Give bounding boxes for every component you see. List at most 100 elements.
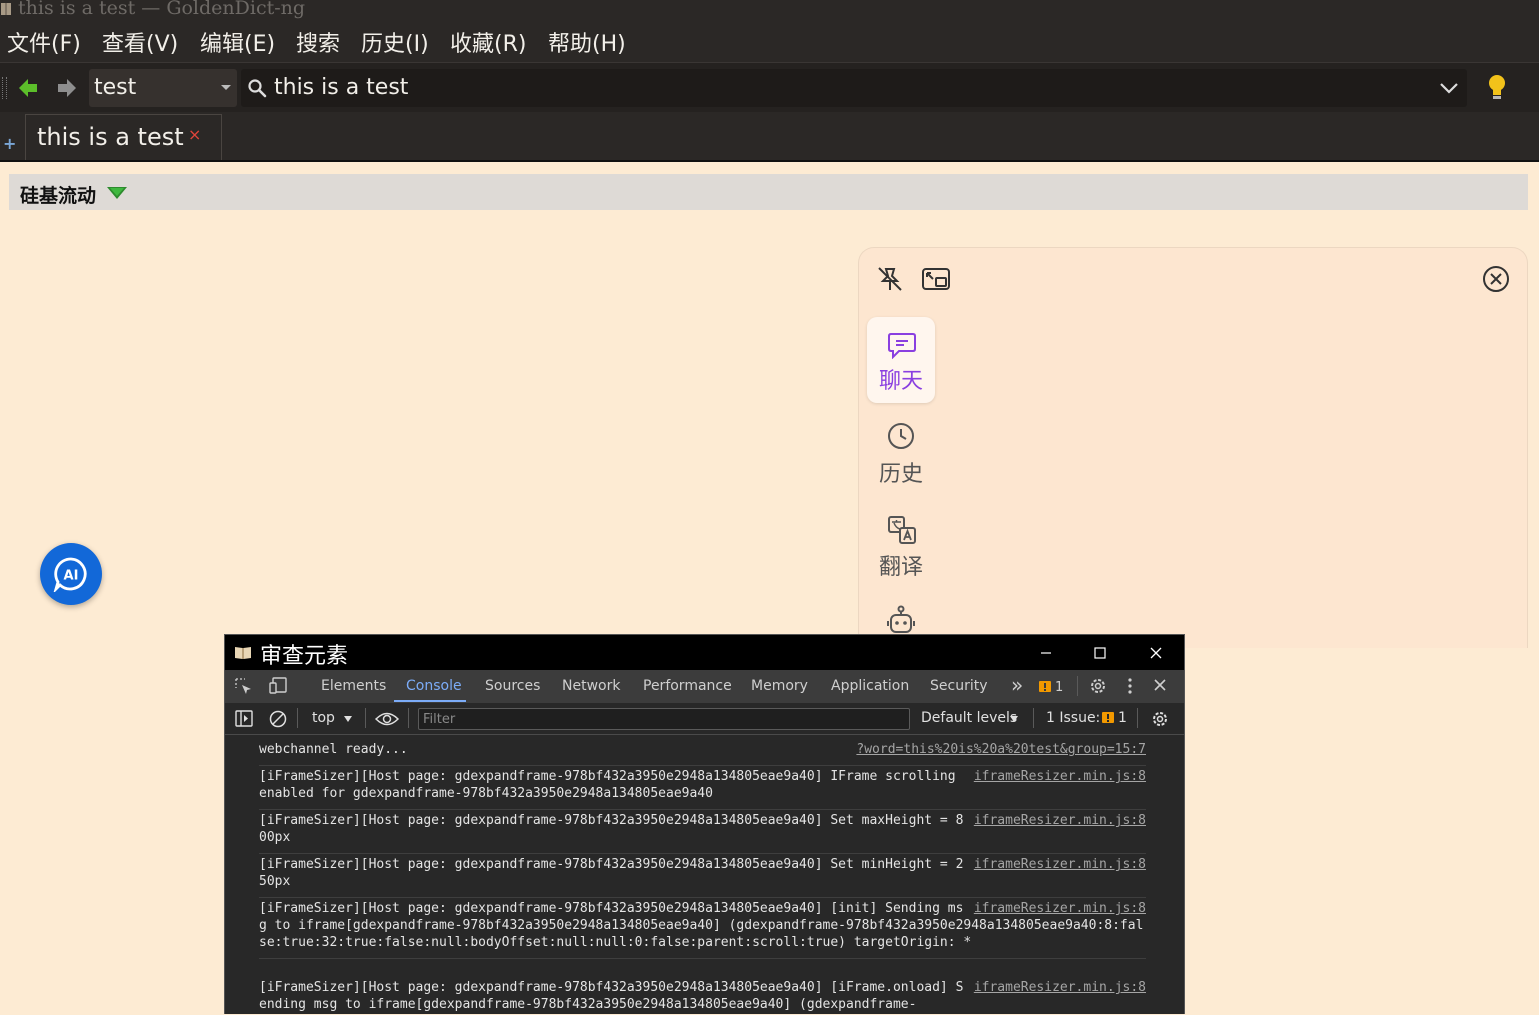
book-icon [1,3,11,15]
ai-tab-chat-label: 聊天 [878,369,923,394]
devtools-tab-bar: Elements Console Sources Network Perform… [225,670,1184,704]
window-title-bar: this is a test — GoldenDict-ng [0,0,1539,22]
context-select[interactable]: top [309,703,359,734]
tab-this-is-a-test[interactable]: this is a test × [25,114,222,161]
picture-in-picture-icon[interactable] [921,265,951,293]
menu-history[interactable]: 历史(I) [361,26,429,58]
issues-button[interactable]: 1 Issue: 1 [1040,703,1130,734]
close-icon[interactable] [1147,644,1165,662]
console-message: iframeResizer.min.js:8 [iFrameSizer][Hos… [259,856,1146,898]
ai-tab-chat[interactable]: 聊天 [867,317,935,403]
robot-icon[interactable] [887,605,915,635]
separator [365,708,366,728]
kebab-menu-icon[interactable] [1127,677,1133,695]
minimize-icon[interactable] [1037,644,1055,662]
unpin-icon[interactable] [876,265,904,293]
tab-application[interactable]: Application [831,678,909,694]
menu-help[interactable]: 帮助(H) [548,26,626,58]
console-toolbar: top Default levels 1 Issue: 1 [225,703,1184,735]
lightbulb-icon[interactable] [1486,73,1508,101]
group-select[interactable]: test [89,69,237,107]
separator [297,708,298,728]
clear-console-icon[interactable] [269,710,287,728]
chevron-down-icon [344,716,352,722]
device-toolbar-icon[interactable] [269,677,289,695]
forward-arrow-icon[interactable] [56,77,78,99]
console-source-link[interactable]: iframeResizer.min.js:8 [974,768,1146,785]
console-message-text: [iFrameSizer][Host page: gdexpandframe-9… [259,980,964,1012]
console-message-text: [iFrameSizer][Host page: gdexpandframe-9… [259,813,964,845]
tab-performance[interactable]: Performance [643,678,732,694]
inspect-element-icon[interactable] [235,678,253,696]
tab-security[interactable]: Security [930,678,988,694]
devtools-title-bar: 审查元素 [225,635,1184,670]
chevron-down-icon [1010,716,1018,722]
warnings-count[interactable]: 1 [1055,680,1063,695]
more-tabs-button[interactable]: » [1011,673,1023,697]
close-icon[interactable] [1153,678,1167,692]
active-tab-indicator [394,700,466,702]
ai-assistant-panel: 聊天 历史 翻译 [858,247,1528,648]
ai-button-label: AI [64,569,79,584]
ai-floating-button[interactable]: AI [40,543,102,605]
dictionary-name: 硅基流动 [20,185,97,207]
separator [1033,708,1034,728]
toolbar-grip[interactable] [2,77,7,99]
devtools-window: 审查元素 Elements Console Sources Network Pe… [224,634,1185,1014]
devtools-title: 审查元素 [260,644,349,669]
sidebar-toggle-icon[interactable] [235,710,253,727]
tab-bar: + this is a test × [0,112,1539,161]
gear-icon[interactable] [1089,677,1107,695]
warning-icon[interactable] [1039,681,1051,693]
eye-icon[interactable] [375,711,399,727]
dictionary-header[interactable]: 硅基流动 [9,174,1528,210]
separator [1137,708,1138,728]
separator [1077,676,1078,696]
tab-sources[interactable]: Sources [485,678,540,694]
ai-tab-history[interactable]: 历史 [867,410,935,496]
console-source-link[interactable]: iframeResizer.min.js:8 [974,856,1146,873]
menu-view[interactable]: 查看(V) [102,26,178,58]
chevron-down-icon[interactable] [1439,81,1459,95]
translate-icon [888,516,916,544]
warning-icon [1102,712,1114,723]
menu-file[interactable]: 文件(F) [7,26,81,58]
log-levels-select[interactable]: Default levels [915,703,1020,734]
console-message: iframeResizer.min.js:8 [iFrameSizer][Hos… [259,900,1146,959]
console-filter-input[interactable] [423,710,903,728]
console-source-link[interactable]: iframeResizer.min.js:8 [974,812,1146,829]
back-arrow-icon[interactable] [17,77,39,99]
console-source-link[interactable]: ?word=this%20is%20a%20test&group=15:7 [856,741,1146,758]
maximize-icon[interactable] [1091,644,1109,662]
menu-favorites[interactable]: 收藏(R) [450,26,526,58]
console-message-text: [iFrameSizer][Host page: gdexpandframe-9… [259,769,964,801]
menu-bar: 文件(F) 查看(V) 编辑(E) 搜索 历史(I) 收藏(R) 帮助(H) [0,22,1539,60]
search-input-value: this is a test [274,75,409,100]
book-icon [235,647,251,659]
group-select-value: test [94,75,137,100]
console-message: iframeResizer.min.js:8 [iFrameSizer][Hos… [259,979,1146,1014]
menu-edit[interactable]: 编辑(E) [200,26,275,58]
tab-network[interactable]: Network [562,678,620,694]
tab-elements[interactable]: Elements [321,678,386,694]
close-icon[interactable] [1482,265,1510,293]
close-icon[interactable]: × [188,125,201,144]
tab-console[interactable]: Console [406,678,462,694]
tab-memory[interactable]: Memory [751,678,808,694]
menu-search[interactable]: 搜索 [296,26,340,58]
console-source-link[interactable]: iframeResizer.min.js:8 [974,900,1146,917]
console-message: iframeResizer.min.js:8 [iFrameSizer][Hos… [259,768,1146,810]
console-filter [418,708,910,730]
chat-bubble-icon [888,333,916,359]
console-settings-gear-icon[interactable] [1151,710,1169,728]
ai-tab-translate[interactable]: 翻译 [867,503,935,589]
console-message-text: [iFrameSizer][Host page: gdexpandframe-9… [259,857,964,889]
tab-label: this is a test [37,123,184,151]
clock-icon [888,423,914,449]
console-source-link[interactable]: iframeResizer.min.js:8 [974,979,1146,996]
window-title: this is a test — GoldenDict-ng [18,0,306,19]
console-output[interactable]: ?word=this%20is%20a%20test&group=15:7 we… [225,735,1184,1014]
add-tab-icon[interactable]: + [3,134,16,153]
search-input[interactable]: this is a test [241,69,1467,107]
collapse-triangle-icon[interactable] [106,186,128,200]
